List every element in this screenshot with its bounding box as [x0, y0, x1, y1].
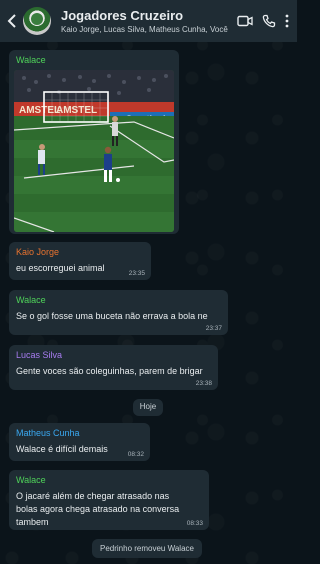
message-sender: Matheus Cunha — [16, 428, 80, 438]
date-separator: Hoje — [133, 399, 163, 416]
more-options-icon[interactable] — [285, 14, 289, 28]
group-info[interactable]: Jogadores Cruzeiro Kaio Jorge, Lucas Sil… — [61, 8, 237, 34]
group-members: Kaio Jorge, Lucas Silva, Matheus Cunha, … — [61, 25, 228, 34]
message-text: Walace é difícil demais — [16, 444, 108, 454]
message-sender: Lucas Silva — [16, 350, 63, 360]
phone-call-icon[interactable] — [262, 14, 276, 28]
message-time: 08:32 — [127, 451, 144, 458]
message-bubble[interactable]: Walace Se o gol fosse uma buceta não err… — [9, 290, 228, 335]
message-sender: Kaio Jorge — [16, 247, 60, 257]
message-text: eu escorreguei animal — [16, 263, 105, 273]
message-time: 23:38 — [195, 380, 212, 387]
message-sender: Walace — [16, 295, 46, 305]
message-bubble[interactable]: Walace O jacaré além de chegar atrasado … — [9, 470, 209, 530]
group-title: Jogadores Cruzeiro — [61, 8, 184, 23]
ad-board-text: AMSTEL — [19, 105, 60, 116]
message-time: 08:33 — [186, 520, 203, 527]
chat-header: Jogadores Cruzeiro Kaio Jorge, Lucas Sil… — [0, 0, 297, 42]
group-avatar[interactable] — [23, 7, 51, 35]
soccer-match-photo[interactable]: AMSTEL AMSTEL Sportingb — [14, 70, 174, 232]
message-text: O jacaré além de chegar atrasado nas bol… — [16, 491, 180, 527]
message-sender: Walace — [16, 55, 46, 65]
message-bubble[interactable]: Lucas Silva Gente voces são coleguinhas,… — [9, 345, 218, 390]
message-text: Gente voces são coleguinhas, parem de br… — [16, 366, 203, 376]
message-time: 23:35 — [128, 270, 145, 277]
message-bubble[interactable]: Kaio Jorge eu escorreguei animal 23:35 — [9, 242, 151, 280]
message-time: 23:37 — [205, 325, 222, 332]
message-text: Se o gol fosse uma buceta não errava a b… — [16, 311, 208, 321]
back-arrow-icon[interactable] — [3, 0, 21, 42]
message-bubble[interactable]: Walace AMSTEL AMSTEL Sportingb — [9, 50, 179, 234]
video-call-icon[interactable] — [237, 15, 253, 27]
ad-board-text: AMSTEL — [56, 105, 97, 116]
system-notice: Pedrinho removeu Walace — [92, 539, 202, 558]
message-sender: Walace — [16, 475, 46, 485]
message-bubble[interactable]: Matheus Cunha Walace é difícil demais 08… — [9, 423, 150, 461]
